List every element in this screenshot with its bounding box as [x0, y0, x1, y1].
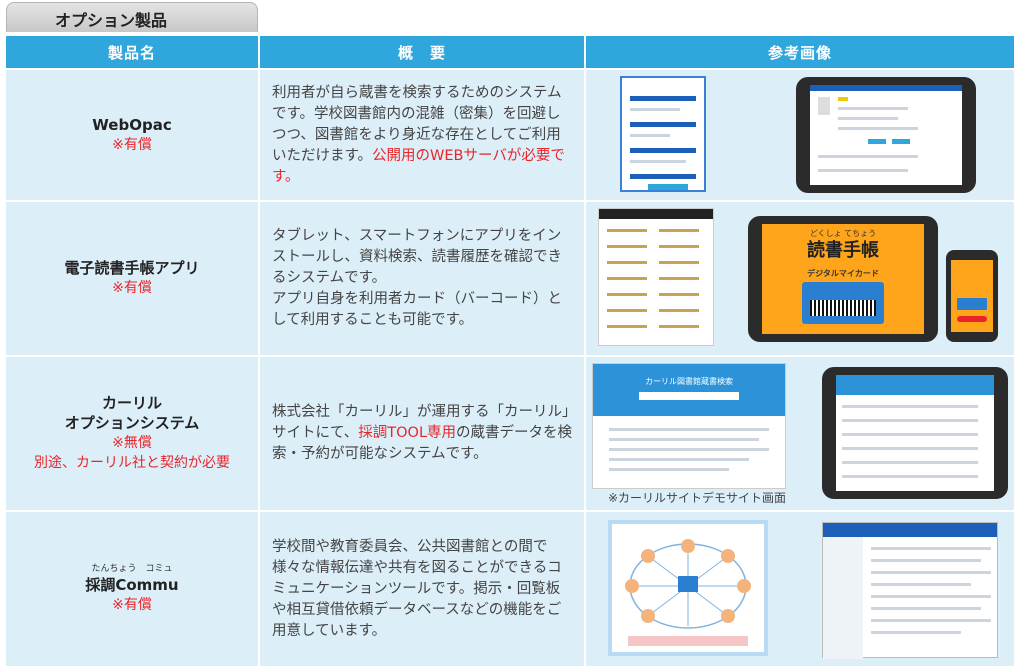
- product-name: WebOpac: [92, 116, 172, 135]
- app-phone-image: [946, 249, 998, 342]
- calil-screen-title: カーリル図書館蔵書検索: [645, 376, 733, 386]
- price-label: ※無償: [112, 435, 152, 452]
- summary-text: 学校間や教育委員会、公共図書館との間で様々な情報伝達や共有を図ることができるコミ…: [272, 538, 562, 639]
- summary-text-2: アプリ自身を利用者カード（バーコード）として利用することも可能です。: [272, 290, 562, 328]
- options-table: 製品名 概 要 参考画像 WebOpac ※有償 利用者が自ら蔵書を検索するため…: [4, 34, 1016, 668]
- image-cell: カーリル図書館蔵書検索 ※カーリルサイトデモサイト画面: [586, 356, 1014, 511]
- webopac-tablet-image: [796, 77, 976, 194]
- header-image: 参考画像: [586, 36, 1014, 69]
- calil-screen-image: カーリル図書館蔵書検索: [592, 362, 786, 489]
- app-card-label: デジタルマイカード: [807, 268, 879, 278]
- product-name-line2: オプションシステム: [64, 414, 200, 433]
- summary-cell: 株式会社「カーリル」が運用する「カーリル」サイトにて、採調TOOL専用の蔵書デー…: [260, 356, 584, 511]
- contract-note: 別途、カーリル社と契約が必要: [34, 455, 230, 472]
- summary-cell: 学校間や教育委員会、公共図書館との間で様々な情報伝達や共有を図ることができるコミ…: [260, 512, 584, 666]
- webopac-screen-image: [620, 76, 706, 193]
- table-row: WebOpac ※有償 利用者が自ら蔵書を検索するためのシステムです。学校図書館…: [6, 70, 1014, 200]
- table-row: たんちょう コミュ 採調Commu ※有償 学校間や教育委員会、公共図書館との間…: [6, 512, 1014, 666]
- header-name: 製品名: [6, 36, 258, 69]
- app-tablet-image: どくしょ てちょう 読書手帳 デジタルマイカード: [748, 215, 938, 342]
- image-cell: [586, 70, 1014, 200]
- product-name-cell: カーリル オプションシステム ※無償 別途、カーリル社と契約が必要: [6, 356, 258, 511]
- app-title: 読書手帳: [807, 239, 879, 261]
- section-tab: オプション製品: [6, 2, 258, 32]
- product-name-cell: たんちょう コミュ 採調Commu ※有償: [6, 512, 258, 666]
- product-name-ruby: たんちょう コミュ: [91, 564, 173, 575]
- product-name: 電子読書手帳アプリ: [64, 259, 200, 278]
- product-name: カーリル: [101, 394, 162, 413]
- price-label: ※有償: [112, 137, 152, 154]
- app-list-image: [598, 207, 714, 346]
- summary-text: タブレット、スマートフォンにアプリをインストールし、資料検索、読書履歴を確認でき…: [272, 227, 562, 286]
- product-name-cell: WebOpac ※有償: [6, 70, 258, 200]
- section-title: オプション製品: [55, 11, 168, 30]
- header-summary: 概 要: [260, 36, 584, 69]
- summary-cell: 利用者が自ら蔵書を検索するためのシステムです。学校図書館内の混雑（密集）を回避し…: [260, 70, 584, 200]
- summary-highlight: 採調TOOL専用: [358, 424, 457, 441]
- summary-cell: タブレット、スマートフォンにアプリをインストールし、資料検索、読書履歴を確認でき…: [260, 201, 584, 355]
- table-row: カーリル オプションシステム ※無償 別途、カーリル社と契約が必要 株式会社「カ…: [6, 356, 1014, 511]
- product-name-cell: 電子読書手帳アプリ ※有償: [6, 201, 258, 355]
- commu-screen-image: [822, 522, 998, 660]
- image-cell: どくしょ てちょう 読書手帳 デジタルマイカード: [586, 201, 1014, 355]
- calil-tablet-image: [822, 366, 1008, 499]
- table-row: 電子読書手帳アプリ ※有償 タブレット、スマートフォンにアプリをインストールし、…: [6, 201, 1014, 355]
- product-name: 採調Commu: [85, 576, 179, 595]
- commu-diagram-image: [608, 520, 768, 657]
- image-caption: ※カーリルサイトデモサイト画面: [608, 490, 787, 505]
- price-label: ※有償: [112, 280, 152, 297]
- price-label: ※有償: [112, 597, 152, 614]
- network-diagram: [625, 539, 751, 647]
- image-cell: [586, 512, 1014, 666]
